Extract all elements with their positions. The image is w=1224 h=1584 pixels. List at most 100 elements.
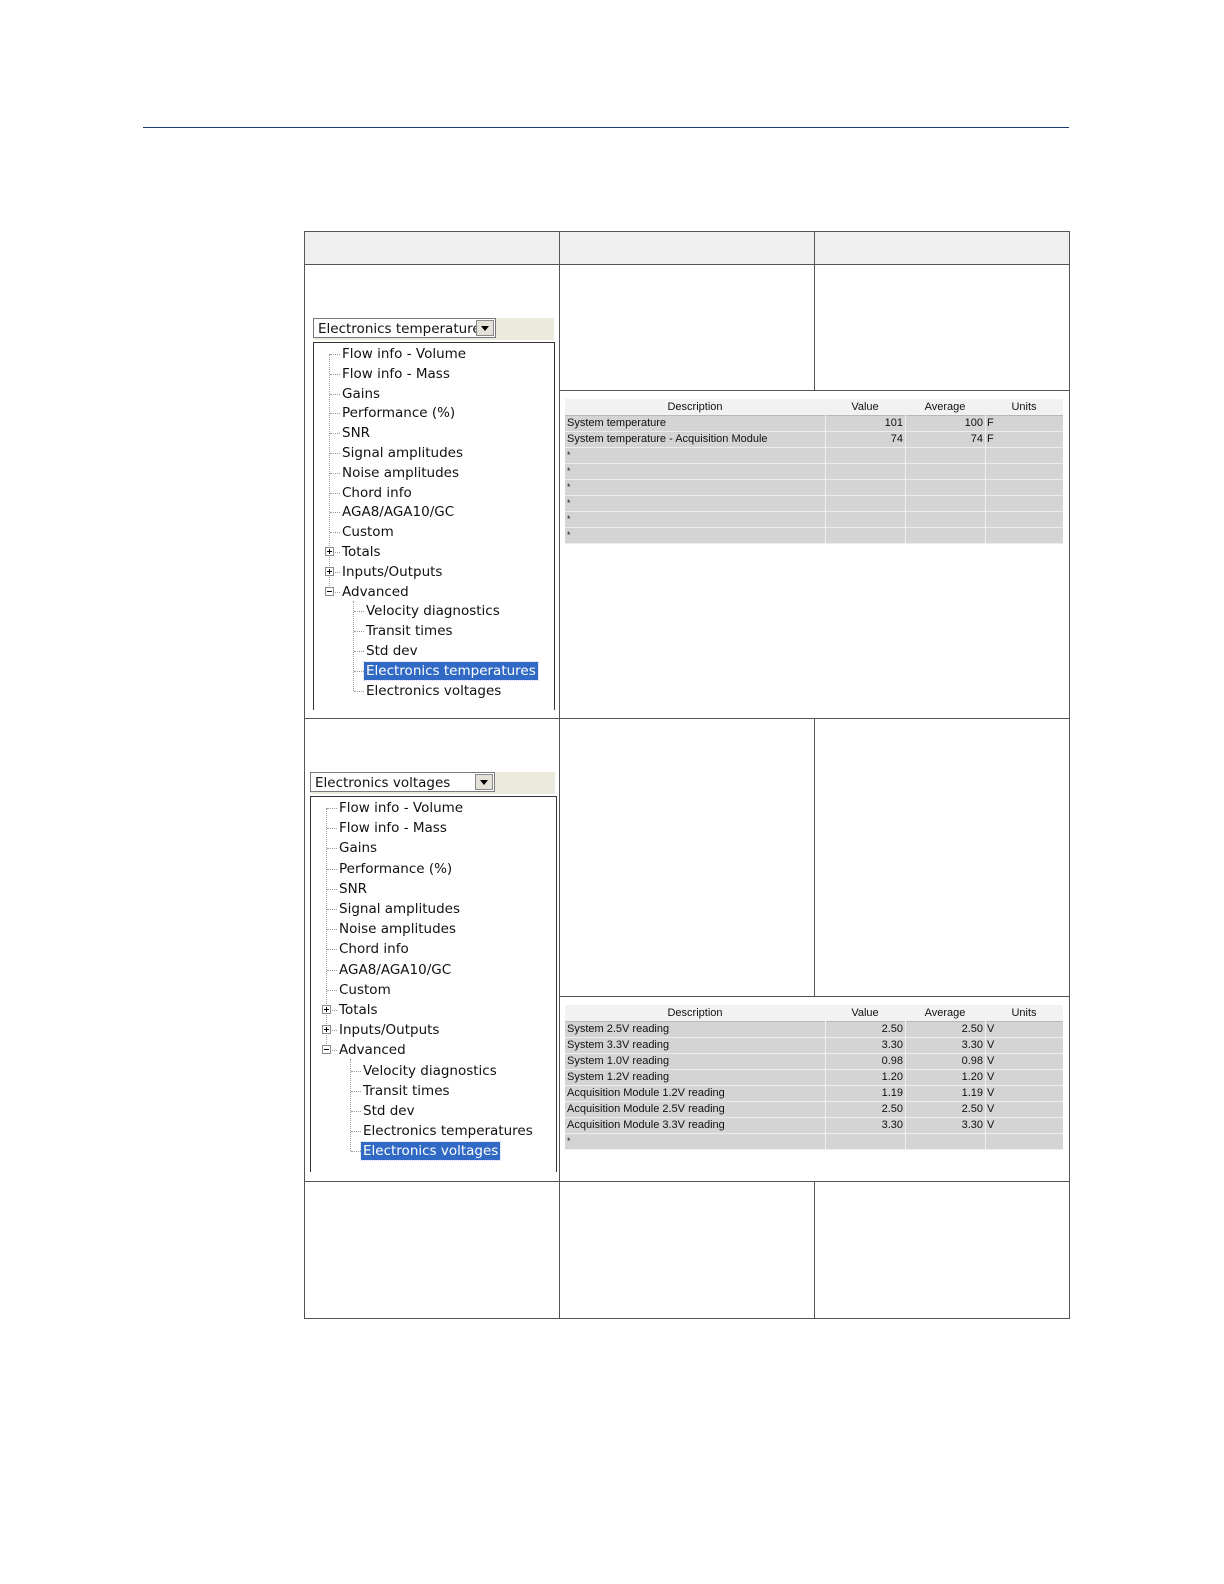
tree-item-snr[interactable]: SNR — [311, 880, 556, 898]
tree-item-std-dev[interactable]: Std dev — [311, 1102, 556, 1120]
value-cell — [827, 448, 903, 463]
tree-branch-line — [327, 909, 337, 910]
tree-branch-line — [330, 492, 340, 494]
tree-item-noise-amplitudes[interactable]: Noise amplitudes — [314, 464, 554, 482]
tree-item-aga8-aga10-gc[interactable]: AGA8/AGA10/GC — [311, 961, 556, 979]
col2-divider-row1 — [814, 264, 815, 390]
tree-item-totals[interactable]: Totals — [311, 1001, 556, 1019]
column-header-units[interactable]: Units — [985, 400, 1063, 414]
column-header-average[interactable]: Average — [905, 1006, 985, 1020]
description-cell: Acquisition Module 3.3V reading — [567, 1119, 725, 1131]
tree-item-aga8-aga10-gc[interactable]: AGA8/AGA10/GC — [314, 503, 554, 521]
table-row[interactable]: Acquisition Module 2.5V reading 2.50 2.50 V — [565, 1102, 1063, 1118]
table-row[interactable]: System 1.2V reading 1.20 1.20 V — [565, 1070, 1063, 1086]
combo-electronics-voltages[interactable]: Electronics voltages — [310, 772, 555, 794]
tree-item-velocity-diagnostics[interactable]: Velocity diagnostics — [311, 1062, 556, 1080]
collapse-minus-icon[interactable] — [322, 1045, 331, 1055]
tree-branch-line — [327, 969, 337, 971]
expand-plus-icon[interactable] — [325, 566, 334, 576]
tree-item-noise-amplitudes[interactable]: Noise amplitudes — [311, 920, 556, 938]
average-cell: 2.50 — [961, 1103, 983, 1115]
expand-plus-icon[interactable] — [325, 547, 334, 556]
tree-item-chord-info[interactable]: Chord info — [311, 940, 556, 958]
tree-item-snr[interactable]: SNR — [314, 424, 554, 442]
average-cell: 1.20 — [961, 1071, 983, 1083]
tree-item-totals[interactable]: Totals — [314, 543, 554, 561]
data-grid-temperatures: Description Value Average Units System tempe… — [565, 399, 1063, 544]
table-row[interactable]: * — [565, 512, 1063, 528]
table-row[interactable]: System temperature - Acquisition Module 7… — [565, 432, 1063, 448]
tree-item-inputs-outputs[interactable]: Inputs/Outputs — [314, 563, 554, 581]
row1-divider — [305, 718, 1069, 719]
chevron-down-icon[interactable] — [476, 320, 494, 336]
tree-panel-temperatures: Flow info - Volume Flow info - Mass Gains P… — [313, 342, 555, 710]
column-header-description[interactable]: Description — [565, 400, 825, 414]
column-header-units[interactable]: Units — [985, 1006, 1063, 1020]
tree-item-advanced[interactable]: Advanced — [311, 1041, 556, 1059]
tree-item-electronics-temperatures[interactable]: Electronics temperatures — [311, 1122, 556, 1140]
tree-item-transit-times[interactable]: Transit times — [314, 622, 554, 640]
tree-item-flow-info-volume[interactable]: Flow info - Volume — [314, 345, 554, 363]
expand-plus-icon[interactable] — [322, 1025, 331, 1035]
column-header-description[interactable]: Description — [565, 1006, 825, 1020]
tree-item-electronics-voltages[interactable]: Electronics voltages — [311, 1141, 556, 1162]
tree-item-label: AGA8/AGA10/GC — [339, 961, 452, 978]
tree-item-label: Signal amplitudes — [339, 901, 461, 917]
description-cell: * — [567, 1136, 571, 1146]
tree-item-flow-info-volume[interactable]: Flow info - Volume — [311, 799, 556, 817]
average-cell: 2.50 — [961, 1023, 983, 1035]
combo-value: Electronics voltages — [310, 772, 495, 792]
table-row[interactable]: Acquisition Module 3.3V reading 3.30 3.30 V — [565, 1118, 1063, 1134]
table-row[interactable]: System 2.5V reading 2.50 2.50 V — [565, 1022, 1063, 1038]
tree-item-transit-times[interactable]: Transit times — [311, 1082, 556, 1100]
table-row[interactable]: Acquisition Module 1.2V reading 1.19 1.19 V — [565, 1086, 1063, 1102]
tree-item-signal-amplitudes[interactable]: Signal amplitudes — [311, 900, 556, 918]
tree-item-performance[interactable]: Performance (%) — [314, 404, 554, 422]
units-cell: F — [987, 433, 994, 445]
tree-item-gains[interactable]: Gains — [314, 385, 554, 403]
grid-header-row: Description Value Average Units — [565, 1005, 1063, 1022]
units-cell: V — [987, 1087, 995, 1099]
average-cell: 74 — [970, 433, 983, 445]
tree-item-flow-info-mass[interactable]: Flow info - Mass — [314, 365, 554, 383]
value-cell: 2.50 — [881, 1023, 903, 1035]
tree-item-std-dev[interactable]: Std dev — [314, 642, 554, 660]
table-row[interactable]: * — [565, 464, 1063, 480]
column-separator — [905, 399, 906, 544]
tree-item-inputs-outputs[interactable]: Inputs/Outputs — [311, 1021, 556, 1039]
chevron-down-icon[interactable] — [475, 774, 493, 790]
tree-item-electronics-temperatures[interactable]: Electronics temperatures — [314, 660, 554, 681]
row2-divider — [305, 1181, 1069, 1182]
tree-item-label: Std dev — [366, 643, 418, 659]
tree-item-chord-info[interactable]: Chord info — [314, 484, 554, 502]
combo-electronics-temperatures[interactable]: Electronics temperatures — [313, 318, 554, 340]
table-row[interactable]: System temperature 101 100 F — [565, 416, 1063, 432]
tree-item-performance[interactable]: Performance (%) — [311, 860, 556, 878]
tree-item-label: Velocity diagnostics — [363, 1062, 497, 1079]
table-row[interactable]: * — [565, 480, 1063, 496]
tree-item-custom[interactable]: Custom — [311, 981, 556, 999]
average-cell — [907, 528, 983, 543]
tree-item-signal-amplitudes[interactable]: Signal amplitudes — [314, 444, 554, 462]
expand-plus-icon[interactable] — [322, 1005, 331, 1014]
tree-item-electronics-voltages[interactable]: Electronics voltages — [314, 682, 554, 700]
column-header-value[interactable]: Value — [825, 400, 905, 414]
table-row[interactable]: * — [565, 528, 1063, 544]
description-cell: * — [567, 450, 571, 460]
tree-item-gains[interactable]: Gains — [311, 839, 556, 857]
column-header-value[interactable]: Value — [825, 1006, 905, 1020]
units-cell: V — [987, 1071, 995, 1083]
column-header-average[interactable]: Average — [905, 400, 985, 414]
table-row[interactable]: System 3.3V reading 3.30 3.30 V — [565, 1038, 1063, 1054]
value-cell: 1.19 — [881, 1087, 903, 1099]
tree-item-advanced[interactable]: Advanced — [314, 583, 554, 601]
table-row[interactable]: System 1.0V reading 0.98 0.98 V — [565, 1054, 1063, 1070]
table-row[interactable]: * — [565, 448, 1063, 464]
tree-item-flow-info-mass[interactable]: Flow info - Mass — [311, 819, 556, 837]
tree-item-velocity-diagnostics[interactable]: Velocity diagnostics — [314, 602, 554, 620]
tree-item-custom[interactable]: Custom — [314, 523, 554, 541]
collapse-minus-icon[interactable] — [325, 586, 334, 596]
grid-header-row: Description Value Average Units — [565, 399, 1063, 416]
table-row[interactable]: * — [565, 496, 1063, 512]
table-row[interactable]: * — [565, 1134, 1063, 1150]
